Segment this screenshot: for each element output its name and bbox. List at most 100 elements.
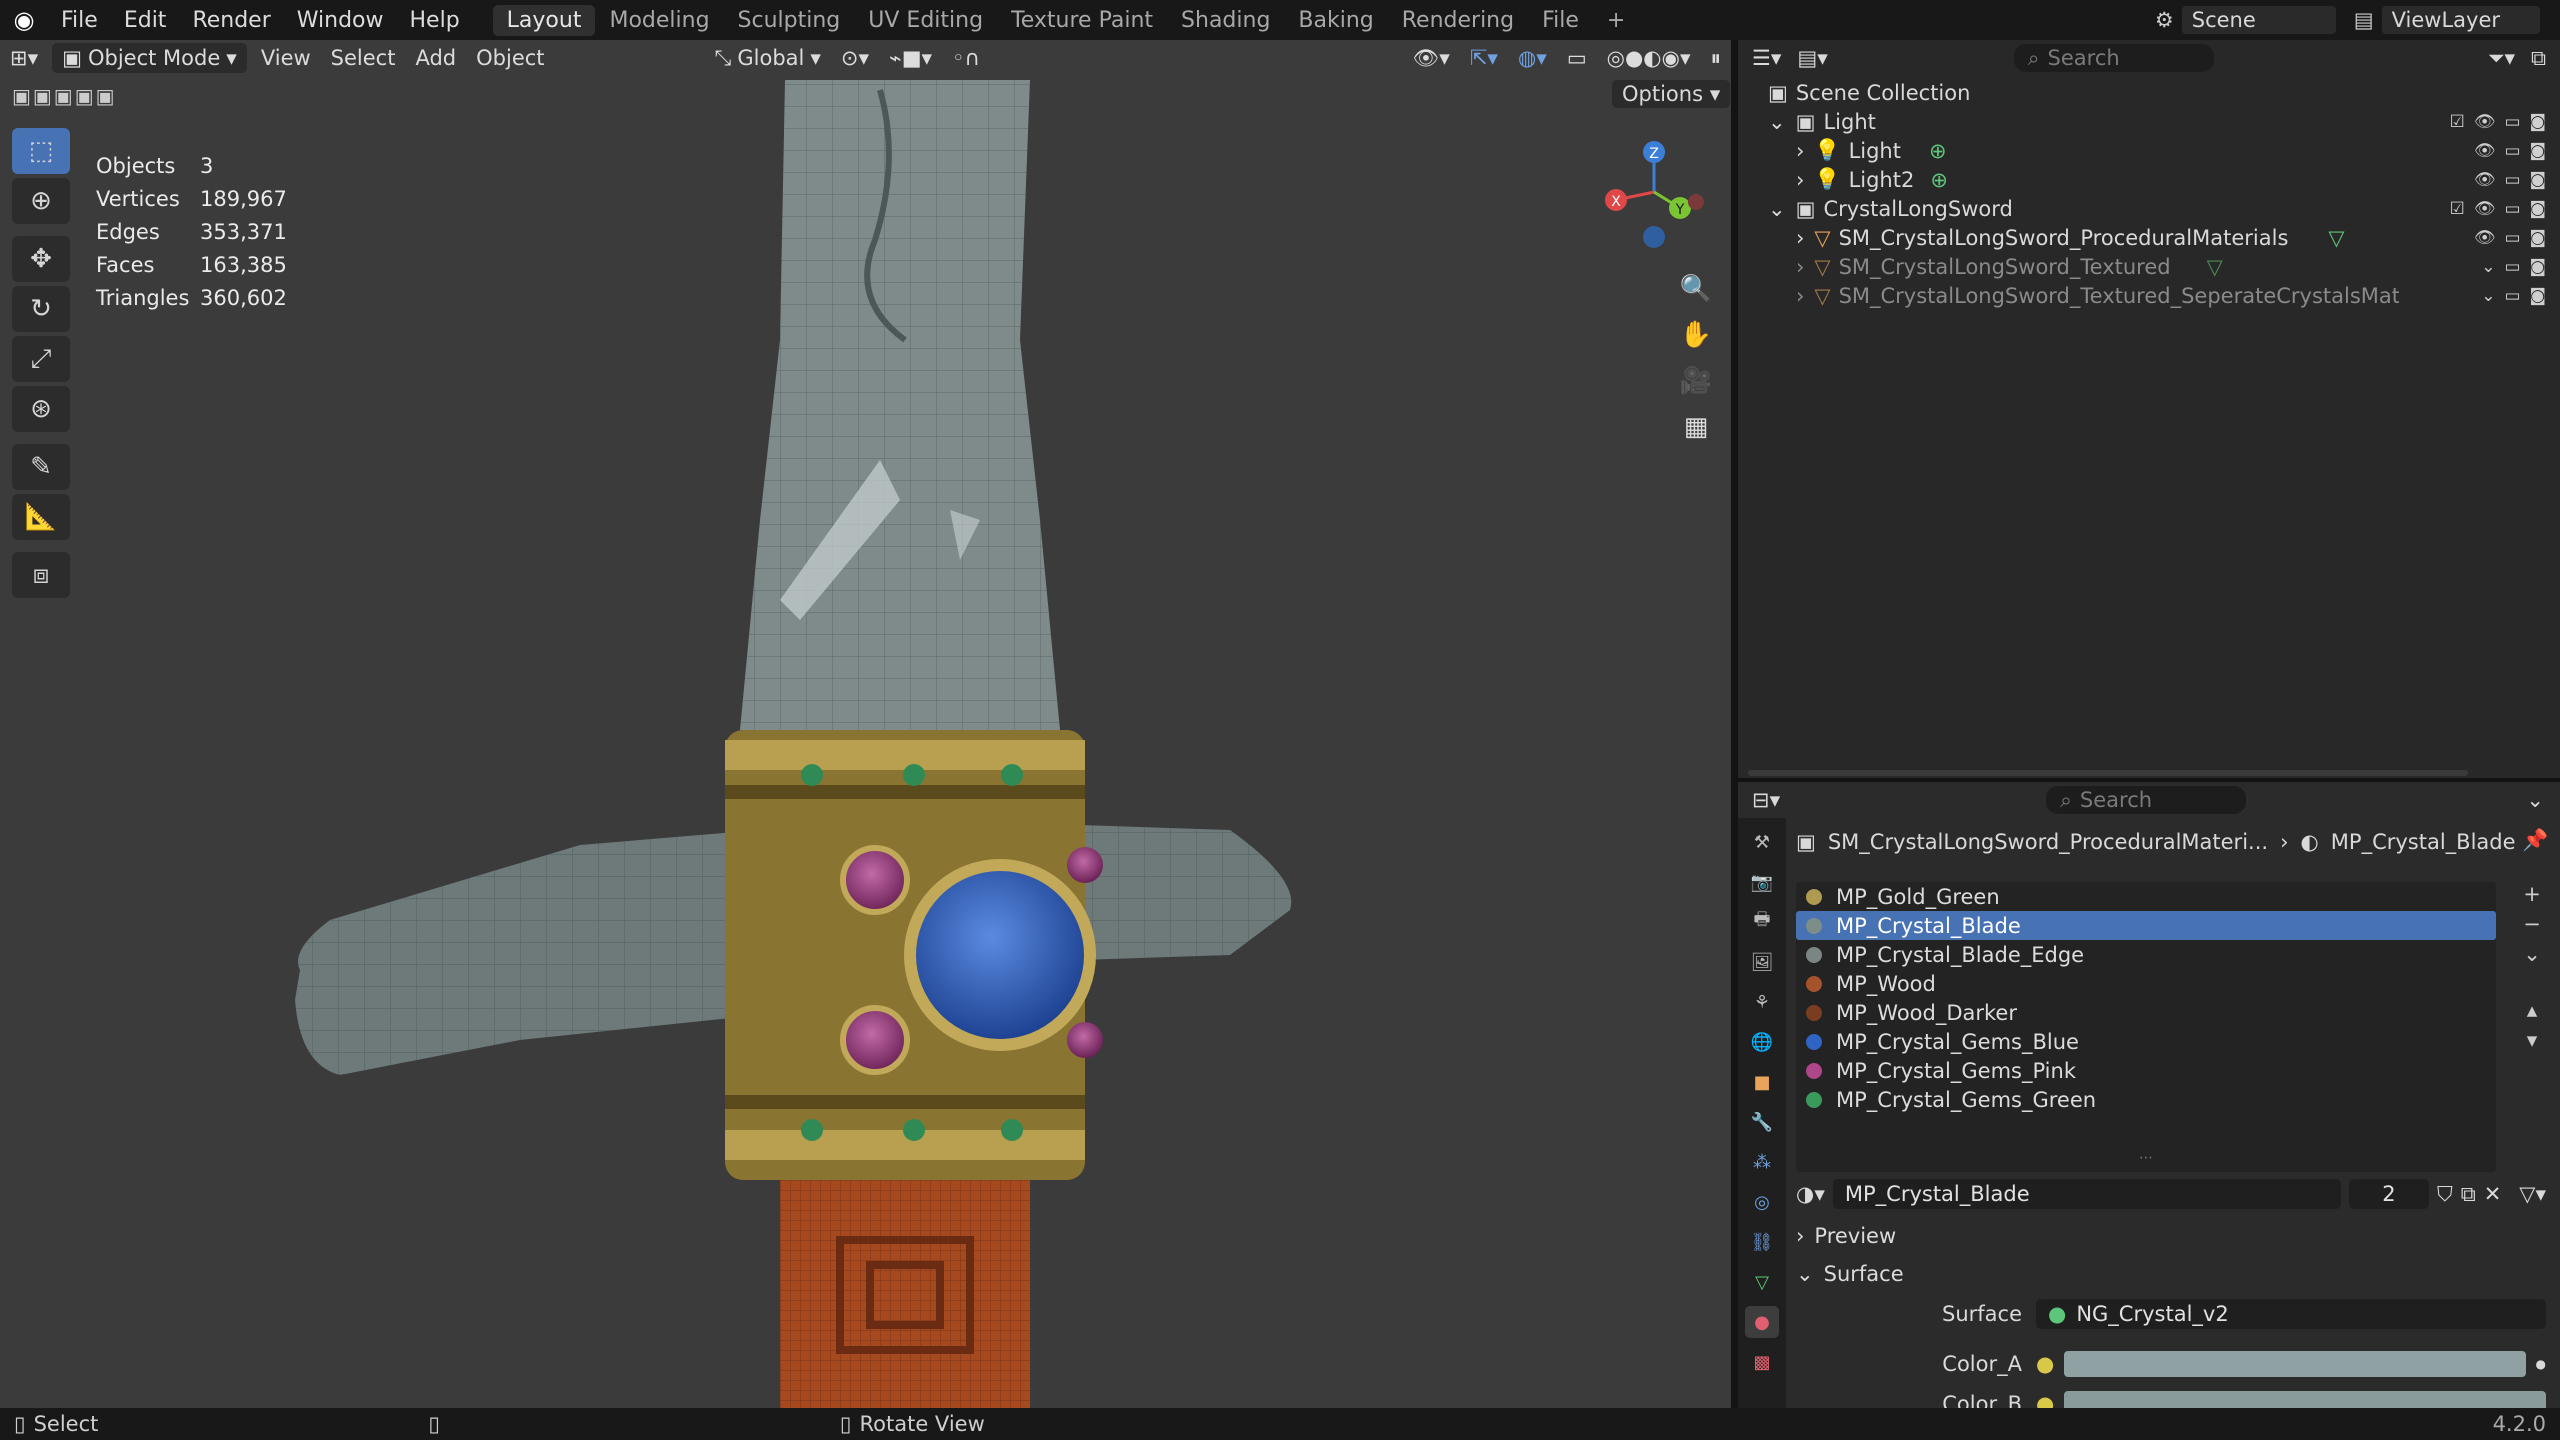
filter-icon[interactable]: ⏷▾	[2488, 46, 2515, 71]
monitor-icon[interactable]: ▭	[2504, 257, 2520, 277]
camera-icon[interactable]: ◙	[2530, 141, 2547, 161]
color-a-swatch[interactable]	[2064, 1351, 2526, 1377]
monitor-icon[interactable]: ▭	[2504, 228, 2520, 248]
material-slot-row[interactable]: MP_Crystal_Gems_Green	[1796, 1085, 2496, 1114]
chevron-right-icon[interactable]: ›	[1796, 168, 1804, 192]
outliner-row-sword-collection[interactable]: ⌄ ▣ CrystalLongSword ☑ 👁 ▭ ◙	[1738, 194, 2560, 223]
outliner-search-input[interactable]: ⌕ Search	[2013, 44, 2214, 72]
monitor-icon[interactable]: ▭	[2504, 170, 2520, 190]
3d-viewport[interactable]: ⊞▾ ▣ Object Mode ▾ View Select Add Objec…	[0, 40, 1731, 1408]
row-toggles[interactable]: 👁 ▭ ◙	[2474, 228, 2546, 248]
eye-icon[interactable]: 👁	[2474, 170, 2496, 190]
remove-slot-icon[interactable]: −	[2523, 912, 2541, 936]
material-name-field[interactable]: MP_Crystal_Blade	[1832, 1179, 2341, 1209]
gizmo-icon[interactable]: ⇱▾	[1460, 43, 1508, 73]
proportional-edit-icon[interactable]: ◦∩	[942, 43, 990, 73]
chevron-right-icon[interactable]: ›	[1796, 226, 1804, 250]
outliner-row-light[interactable]: › 💡 Light ⊕ 👁 ▭ ◙	[1738, 136, 2560, 165]
modifier-tab-icon[interactable]: 🔧	[1745, 1106, 1779, 1138]
material-users-count[interactable]: 2	[2348, 1179, 2429, 1209]
display-mode-icon[interactable]: ▤▾	[1797, 46, 1827, 70]
eye-closed-icon[interactable]: ⌄	[2481, 257, 2495, 277]
viewlayer-selector[interactable]: ▤ ViewLayer	[2354, 6, 2540, 34]
new-collection-icon[interactable]: ⧉	[2531, 46, 2546, 71]
eye-icon[interactable]: 👁	[2474, 141, 2496, 161]
material-slot-row[interactable]: MP_Gold_Green	[1796, 882, 2496, 911]
checkbox-icon[interactable]: ☑	[2450, 112, 2465, 132]
outliner-row-light-collection[interactable]: ⌄ ▣ Light ☑ 👁 ▭ ◙	[1738, 107, 2560, 136]
add-slot-icon[interactable]: +	[2523, 882, 2541, 906]
camera-icon[interactable]: ◙	[2530, 228, 2547, 248]
menu-help[interactable]: Help	[397, 8, 473, 33]
row-toggles[interactable]: ☑ 👁 ▭ ◙	[2450, 112, 2546, 132]
eye-icon[interactable]: 👁	[2474, 199, 2496, 219]
chevron-down-icon[interactable]: ⌄	[1768, 110, 1786, 134]
properties-editor-icon[interactable]: ⊟▾	[1752, 788, 1780, 812]
scene-tab-icon[interactable]: ⚘	[1745, 986, 1779, 1018]
keyframe-dot-icon[interactable]: ●	[2536, 1357, 2546, 1371]
pin-icon[interactable]: 📌	[2522, 828, 2548, 853]
row-toggles[interactable]: 👁 ▭ ◙	[2474, 141, 2546, 161]
preview-panel-header[interactable]: › Preview	[1796, 1220, 1896, 1252]
editor-type-icon[interactable]: ⊞▾	[0, 43, 48, 73]
list-resize-grip[interactable]: ⋯	[1796, 1150, 2496, 1166]
options-button[interactable]: Options ▾	[1612, 80, 1731, 108]
duplicate-icon[interactable]: ⧉	[2461, 1182, 2476, 1207]
material-slot-row[interactable]: MP_Wood	[1796, 969, 2496, 998]
menu-select[interactable]: Select	[321, 43, 406, 73]
material-slot-row[interactable]: MP_Crystal_Gems_Blue	[1796, 1027, 2496, 1056]
material-slot-row[interactable]: MP_Crystal_Blade_Edge	[1796, 940, 2496, 969]
row-toggles[interactable]: ⌄ ▭ ◙	[2475, 285, 2547, 306]
view-layer-tab-icon[interactable]: 🖼	[1745, 946, 1779, 978]
measure-tool-icon[interactable]: 📐	[12, 494, 70, 540]
output-tab-icon[interactable]: 🖶	[1745, 906, 1779, 938]
menu-window[interactable]: Window	[284, 8, 397, 33]
eye-closed-icon[interactable]: ⌄	[2481, 286, 2495, 306]
color-b-swatch[interactable]	[2064, 1391, 2546, 1408]
scene-selector[interactable]: ⚙ Scene	[2155, 6, 2336, 34]
workspace-tab-rendering[interactable]: Rendering	[1388, 5, 1528, 36]
workspace-tab-texture-paint[interactable]: Texture Paint	[997, 5, 1167, 36]
pivot-icon[interactable]: ⊙▾	[831, 43, 879, 73]
navigation-gizmo[interactable]: Z X Y	[1594, 132, 1714, 252]
outliner-editor-icon[interactable]: ☰▾	[1752, 46, 1781, 70]
row-toggles[interactable]: ☑ 👁 ▭ ◙	[2450, 199, 2546, 219]
chevron-down-icon[interactable]: ⌄	[1768, 197, 1786, 221]
close-icon[interactable]: ✕	[2484, 1182, 2502, 1206]
workspace-tab-modeling[interactable]: Modeling	[595, 5, 723, 36]
material-browse-icon[interactable]: ◑▾	[1796, 1182, 1825, 1206]
outliner-scrollbar[interactable]	[1748, 770, 2468, 776]
ortho-grid-icon[interactable]: ▦	[1673, 406, 1719, 448]
menu-object[interactable]: Object	[466, 43, 554, 73]
world-tab-icon[interactable]: 🌐	[1745, 1026, 1779, 1058]
add-workspace-icon[interactable]: +	[1593, 5, 1639, 36]
outliner-row-sword-textured[interactable]: › ▽ SM_CrystalLongSword_Textured ▽ ⌄ ▭ ◙	[1738, 252, 2560, 281]
camera-icon[interactable]: ◙	[2530, 170, 2547, 190]
snap-icon[interactable]: ⌁■▾	[879, 43, 942, 73]
rotate-tool-icon[interactable]: ↻	[12, 286, 70, 332]
checkbox-icon[interactable]: ☑	[2450, 199, 2465, 219]
pan-hand-icon[interactable]: ✋	[1673, 314, 1719, 356]
cursor-tool-icon[interactable]: ⊕	[12, 178, 70, 224]
add-cube-tool-icon[interactable]: ⧈	[12, 552, 70, 598]
outliner-row-light2[interactable]: › 💡 Light2 ⊕ 👁 ▭ ◙	[1738, 165, 2560, 194]
material-tab-icon[interactable]: ●	[1745, 1306, 1779, 1338]
monitor-icon[interactable]: ▭	[2504, 286, 2520, 306]
outliner-row-sword-procedural[interactable]: › ▽ SM_CrystalLongSword_ProceduralMateri…	[1738, 223, 2560, 252]
material-slot-row[interactable]: MP_Crystal_Gems_Pink	[1796, 1056, 2496, 1085]
workspace-tab-layout[interactable]: Layout	[492, 4, 596, 36]
camera-icon[interactable]: 🎥	[1673, 360, 1719, 402]
camera-icon[interactable]: ◙	[2530, 286, 2547, 306]
monitor-icon[interactable]: ▭	[2504, 199, 2520, 219]
workspace-tab-baking[interactable]: Baking	[1284, 5, 1387, 36]
workspace-tab-uv-editing[interactable]: UV Editing	[854, 5, 997, 36]
camera-icon[interactable]: ◙	[2530, 112, 2547, 132]
properties-search-input[interactable]: ⌕ Search	[2046, 786, 2247, 814]
overlay-icon[interactable]: ◍▾	[1508, 43, 1557, 73]
pause-icon[interactable]: ⏸	[1701, 43, 1732, 74]
selection-mode-icons[interactable]: ▣▣▣▣▣	[12, 84, 116, 108]
surface-shader-field[interactable]: ● NG_Crystal_v2	[2036, 1299, 2546, 1329]
workspace-tab-shading[interactable]: Shading	[1167, 5, 1284, 36]
constraints-tab-icon[interactable]: ⛓	[1745, 1226, 1779, 1258]
visibility-icon[interactable]: 👁▾	[1403, 43, 1460, 74]
